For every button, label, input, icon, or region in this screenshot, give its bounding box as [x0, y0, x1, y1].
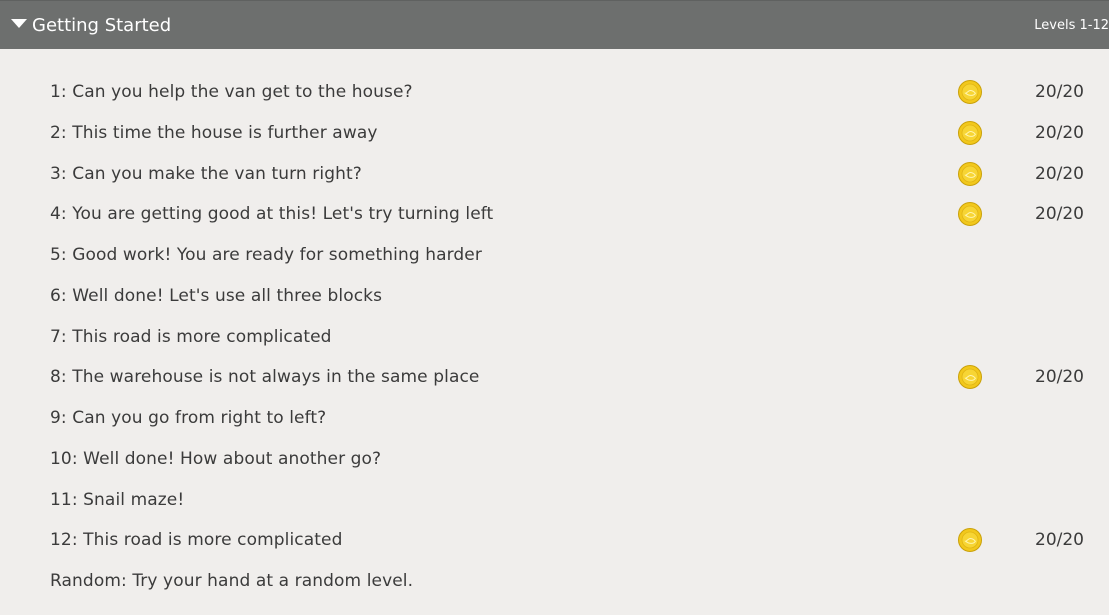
level-score: 20/20	[1035, 82, 1084, 102]
caret-down-icon[interactable]	[11, 19, 27, 28]
level-score: 20/20	[1035, 122, 1084, 143]
level-score: 20/20	[1035, 530, 1084, 551]
gold-coin-icon	[958, 528, 982, 553]
level-row-random[interactable]: Random: Try your hand at a random level.	[0, 561, 1109, 602]
level-row-7[interactable]: 7: This road is more complicated	[0, 317, 1109, 358]
level-row-4[interactable]: 4: You are getting good at this! Let's t…	[0, 194, 1109, 235]
section-header[interactable]: Getting Started Levels 1-12	[0, 0, 1109, 49]
gold-coin-icon	[958, 365, 982, 390]
level-link[interactable]: 10: Well done! How about another go?	[50, 449, 381, 469]
section-title: Getting Started	[32, 15, 172, 36]
level-score: 20/20	[1035, 204, 1084, 225]
level-link[interactable]: 9: Can you go from right to left?	[50, 408, 326, 428]
level-link[interactable]: 11: Snail maze!	[50, 490, 184, 510]
level-row-3[interactable]: 3: Can you make the van turn right? 20/2…	[0, 154, 1109, 195]
level-link[interactable]: 4: You are getting good at this! Let's t…	[50, 204, 493, 224]
level-row-12[interactable]: 12: This road is more complicated 20/20	[0, 520, 1109, 561]
level-score: 20/20	[1035, 163, 1084, 184]
level-link[interactable]: 2: This time the house is further away	[50, 123, 378, 143]
level-list: 1: Can you help the van get to the house…	[0, 72, 1109, 602]
level-link[interactable]: 1: Can you help the van get to the house…	[50, 82, 413, 102]
level-row-2[interactable]: 2: This time the house is further away 2…	[0, 113, 1109, 154]
level-row-5[interactable]: 5: Good work! You are ready for somethin…	[0, 235, 1109, 276]
gold-coin-icon	[958, 161, 982, 186]
random-level-link[interactable]: Random: Try your hand at a random level.	[50, 571, 413, 591]
section-level-range: Levels 1-12	[1034, 18, 1109, 33]
level-link[interactable]: 3: Can you make the van turn right?	[50, 164, 362, 184]
gold-coin-icon	[958, 202, 982, 227]
level-link[interactable]: 6: Well done! Let's use all three blocks	[50, 286, 382, 306]
level-link[interactable]: 12: This road is more complicated	[50, 530, 342, 550]
level-row-11[interactable]: 11: Snail maze!	[0, 480, 1109, 521]
gold-coin-icon	[958, 120, 982, 145]
level-row-1[interactable]: 1: Can you help the van get to the house…	[0, 72, 1109, 113]
level-row-6[interactable]: 6: Well done! Let's use all three blocks	[0, 276, 1109, 317]
level-row-9[interactable]: 9: Can you go from right to left?	[0, 398, 1109, 439]
level-row-10[interactable]: 10: Well done! How about another go?	[0, 439, 1109, 480]
level-score: 20/20	[1035, 367, 1084, 388]
gold-coin-icon	[958, 80, 982, 104]
level-link[interactable]: 5: Good work! You are ready for somethin…	[50, 245, 482, 265]
level-link[interactable]: 8: The warehouse is not always in the sa…	[50, 367, 479, 387]
level-link[interactable]: 7: This road is more complicated	[50, 327, 332, 347]
level-row-8[interactable]: 8: The warehouse is not always in the sa…	[0, 357, 1109, 398]
